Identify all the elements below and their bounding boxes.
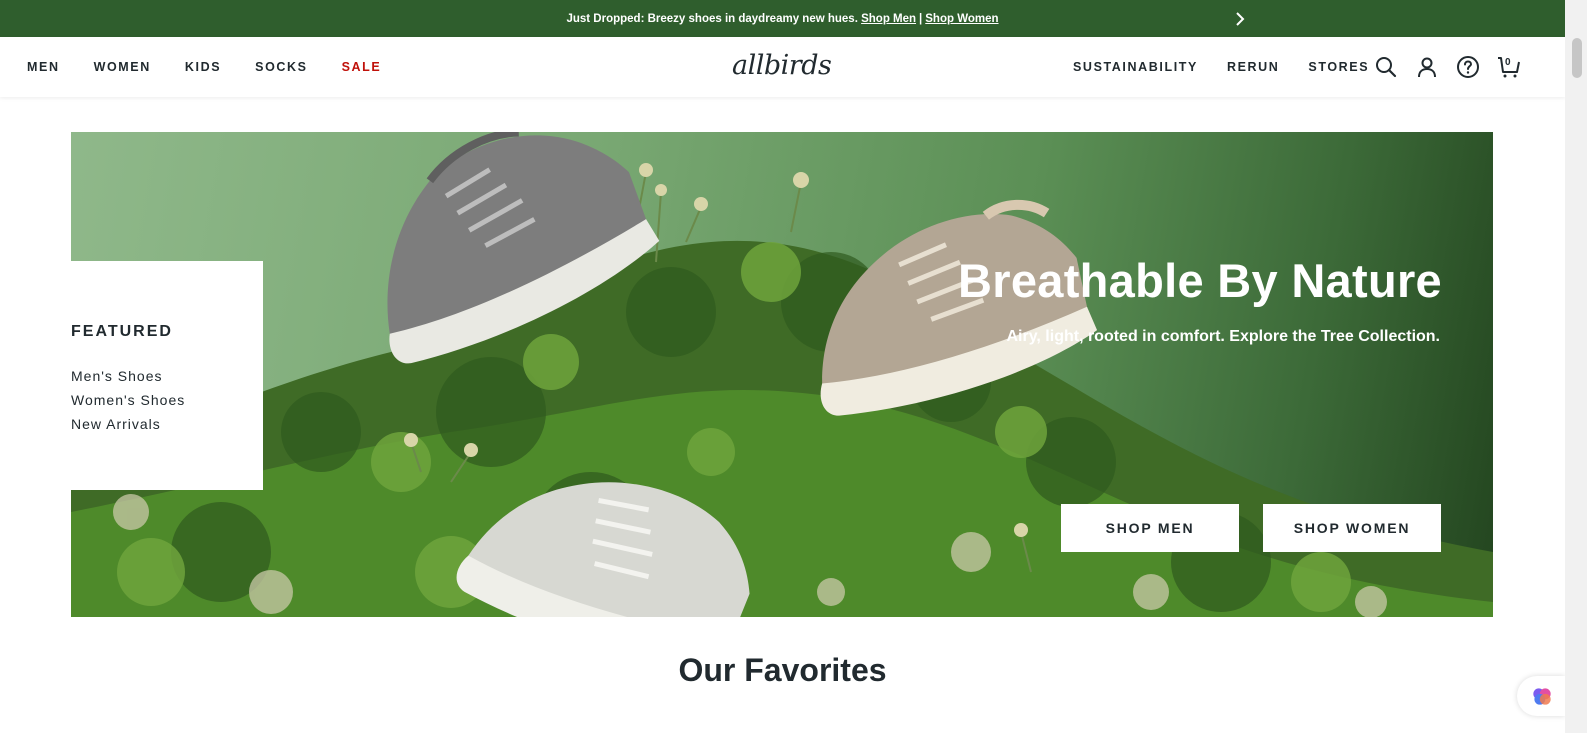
featured-link-new-arrivals[interactable]: New Arrivals [71, 412, 263, 436]
promo-shop-women-link[interactable]: Shop Women [925, 13, 998, 25]
scrollbar[interactable] [1565, 0, 1587, 733]
shop-women-button[interactable]: SHOP WOMEN [1263, 504, 1441, 552]
secondary-nav: SUSTAINABILITY RERUN STORES [1073, 37, 1398, 97]
cart-button[interactable]: 0 [1497, 55, 1521, 79]
brain-icon [1533, 688, 1551, 705]
nav-sale[interactable]: SALE [342, 60, 382, 74]
nav-women[interactable]: WOMEN [94, 60, 151, 74]
featured-heading: FEATURED [71, 323, 173, 340]
primary-nav: MEN WOMEN KIDS SOCKS SALE [27, 37, 381, 97]
nav-rerun[interactable]: RERUN [1227, 60, 1279, 74]
scrollbar-thumb[interactable] [1572, 38, 1582, 78]
search-icon[interactable] [1374, 55, 1398, 79]
nav-sustainability[interactable]: SUSTAINABILITY [1073, 60, 1198, 74]
favorites-heading: Our Favorites [678, 652, 887, 688]
assistant-button[interactable] [1517, 676, 1565, 716]
help-icon[interactable] [1456, 55, 1480, 79]
promo-text: Just Dropped: Breezy shoes in daydreamy … [566, 12, 858, 25]
promo-separator: | [919, 12, 923, 25]
featured-link-mens-shoes[interactable]: Men's Shoes [71, 364, 263, 388]
brand-logo[interactable]: allbirds [732, 50, 832, 81]
site-header: MEN WOMEN KIDS SOCKS SALE allbirds SUSTA… [0, 37, 1565, 97]
account-icon[interactable] [1415, 55, 1439, 79]
promo-bar: Just Dropped: Breezy shoes in daydreamy … [0, 0, 1565, 37]
nav-socks[interactable]: SOCKS [255, 60, 307, 74]
cart-count: 0 [1505, 57, 1511, 68]
nav-stores[interactable]: STORES [1308, 60, 1369, 74]
featured-panel: FEATURED Men's Shoes Women's Shoes New A… [71, 261, 263, 490]
header-icons: 0 [1374, 55, 1538, 79]
hero-subtitle: Airy, light, rooted in comfort. Explore … [1006, 328, 1440, 345]
nav-men[interactable]: MEN [27, 60, 60, 74]
shop-men-button[interactable]: SHOP MEN [1061, 504, 1239, 552]
hero-title: Breathable By Nature [958, 254, 1442, 307]
nav-kids[interactable]: KIDS [185, 60, 221, 74]
promo-shop-men-link[interactable]: Shop Men [861, 13, 916, 25]
featured-link-womens-shoes[interactable]: Women's Shoes [71, 388, 263, 412]
chevron-right-icon[interactable] [1232, 11, 1248, 27]
